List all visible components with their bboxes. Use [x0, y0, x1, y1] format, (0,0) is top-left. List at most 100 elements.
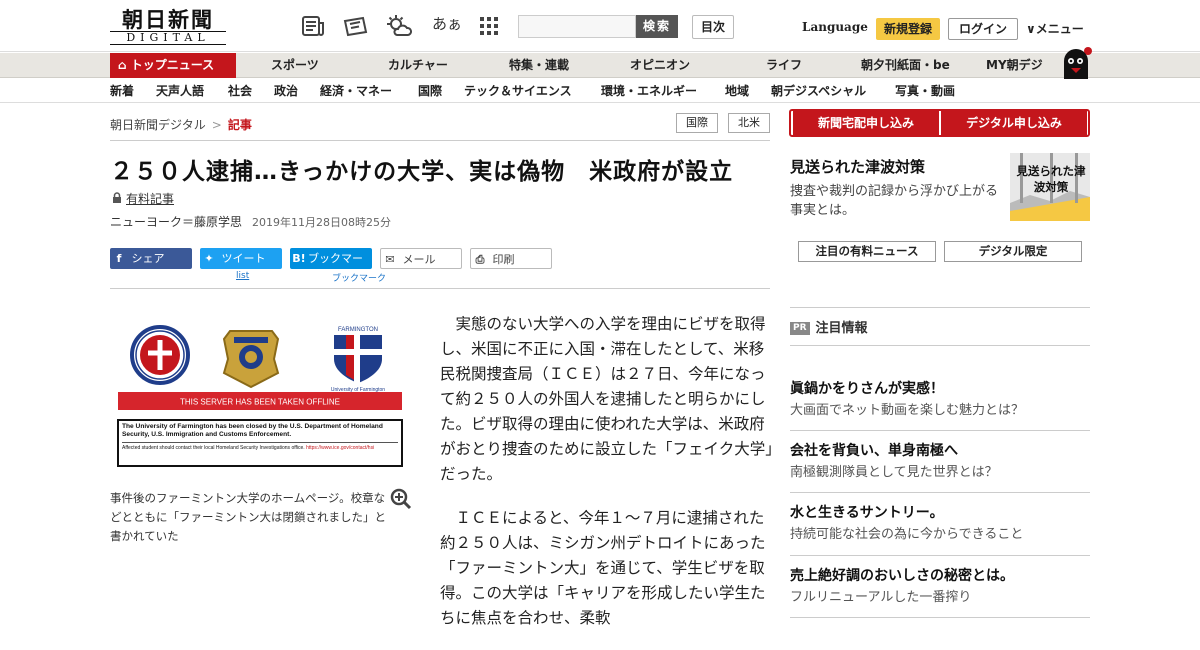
divider	[790, 492, 1090, 493]
divider	[110, 288, 770, 289]
mail-icon: ✉	[385, 253, 395, 266]
nav-my[interactable]: MY朝デジ	[986, 53, 1043, 78]
paid-article-badge[interactable]: 有料記事	[112, 190, 174, 207]
byline: ニューヨーク＝藤原学思 2019年11月28日08時25分	[110, 213, 391, 230]
breadcrumb-home[interactable]: 朝日新聞デジタル	[110, 118, 206, 132]
pr-item-heading: 水と生きるサントリー。	[790, 505, 944, 521]
pr-item-heading: 売上絶好調のおいしさの秘密とは。	[790, 568, 1014, 584]
nav-tech[interactable]: テック＆サイエンス	[464, 79, 572, 103]
pr-item[interactable]: 売上絶好調のおいしさの秘密とは。 フルリニューアルした一番搾り	[790, 566, 1090, 608]
breadcrumb-current: 記事	[227, 118, 252, 132]
nav-politics[interactable]: 政治	[274, 79, 298, 103]
nav-region[interactable]: 地域	[725, 79, 749, 103]
nav-society[interactable]: 社会	[228, 79, 252, 103]
menu-button[interactable]: ∨メニュー	[1026, 20, 1084, 37]
grid-menu-icon[interactable]	[476, 14, 502, 38]
login-button[interactable]: ログイン	[948, 18, 1018, 40]
divider	[790, 307, 1090, 308]
divider	[110, 140, 770, 141]
nav-life[interactable]: ライフ	[766, 53, 802, 78]
pr-item[interactable]: 会社を背負い、単身南極へ 南極観測隊員として見た世界とは？	[790, 441, 1090, 483]
nav-economy[interactable]: 経済・マネー	[320, 79, 392, 103]
article-paragraph: ＩＣＥによると、今年１～７月に逮捕された約２５０人は、ミシガン州デトロイトにあっ…	[440, 509, 766, 627]
pr-section-title: PR 注目情報	[790, 317, 868, 336]
ticket-icon[interactable]	[343, 14, 369, 38]
site-header: 朝日新聞 DIGITAL あぁ 検索 目次 Language 新規登録 ログイン…	[0, 0, 1200, 52]
feature-thumbnail[interactable]: 見送られた津波対策	[1010, 153, 1090, 221]
language-link[interactable]: Language	[802, 20, 868, 34]
pr-badge: PR	[790, 322, 810, 335]
divider	[790, 345, 1090, 346]
notice-link: https://www.ice.gov/contact/hsi	[306, 445, 375, 451]
tag-north-america[interactable]: 北米	[728, 113, 770, 133]
hatena-bookmark-button[interactable]: B! ブックマーク	[290, 248, 372, 286]
search-input[interactable]	[518, 15, 636, 38]
pr-item[interactable]: 水と生きるサントリー。 持続可能な社会の為に今からできること	[790, 503, 1090, 545]
home-icon: ⌂	[118, 58, 131, 72]
digital-only-tab[interactable]: デジタル限定	[944, 241, 1082, 262]
pr-item-sub: 大画面でネット動画を楽しむ魅力とは？	[790, 403, 1025, 418]
lock-icon	[113, 192, 121, 203]
breadcrumb-sep: >	[211, 118, 222, 132]
nav-paper[interactable]: 朝夕刊紙面・be	[861, 53, 950, 78]
newspaper-icon[interactable]	[301, 14, 327, 38]
divider	[790, 430, 1090, 431]
logo-sub: DIGITAL	[110, 31, 226, 45]
hatena-count[interactable]: ブックマーク	[332, 271, 386, 284]
print-button[interactable]: ⎙ 印刷	[470, 248, 552, 269]
nav-sports[interactable]: スポーツ	[271, 53, 319, 78]
notice-sub-wrapper: Affected student should contact their lo…	[122, 442, 398, 452]
weather-icon[interactable]	[386, 14, 412, 38]
hatena-icon: B!	[292, 252, 306, 265]
pr-item-sub: 南極観測隊員として見た世界とは？	[790, 465, 998, 480]
seized-website-image: FARMINGTON University of Farmington THIS…	[117, 325, 403, 467]
article-paragraph: 実態のない大学への入学を理由にビザを取得し、米国に不正に入国・滞在したとして、米…	[440, 315, 773, 483]
print-icon: ⎙	[475, 253, 485, 266]
paid-news-tab[interactable]: 注目の有料ニュース	[798, 241, 936, 262]
mascot-icon[interactable]	[1058, 45, 1094, 79]
mail-share-button[interactable]: ✉ メール	[380, 248, 462, 269]
delivery-subscribe-button[interactable]: 新聞宅配申し込み	[793, 111, 939, 135]
feature-heading[interactable]: 見送られた津波対策	[790, 156, 925, 177]
author: ニューヨーク＝藤原学思	[110, 215, 243, 229]
contents-button[interactable]: 目次	[692, 15, 734, 39]
nav-latest[interactable]: 新着	[110, 79, 134, 103]
notice-sub: Affected student should contact their lo…	[122, 445, 305, 451]
tag-international[interactable]: 国際	[676, 113, 718, 133]
nav-features[interactable]: 特集・連載	[509, 53, 569, 78]
digital-subscribe-button[interactable]: デジタル申し込み	[941, 111, 1087, 135]
article-body: 実態のない大学への入学を理由にビザを取得し、米国に不正に入国・滞在したとして、米…	[440, 312, 774, 650]
pr-item-sub: フルリニューアルした一番搾り	[790, 590, 972, 605]
search-button[interactable]: 検索	[636, 15, 678, 38]
twitter-icon: ✦	[204, 252, 214, 265]
offline-banner: THIS SERVER HAS BEEN TAKEN OFFLINE	[180, 398, 340, 407]
pr-item[interactable]: 眞鍋かをりさんが実感！ 大画面でネット動画を楽しむ魅力とは？	[790, 379, 1090, 421]
facebook-share-button[interactable]: f シェア	[110, 248, 192, 269]
nav-photo[interactable]: 写真・動画	[895, 79, 955, 103]
nav-international[interactable]: 国際	[418, 79, 442, 103]
feature-summary: 捜査や裁判の記録から浮かび上がる事実とは。	[790, 184, 999, 218]
secondary-nav: 新着 天声人語 社会 政治 経済・マネー 国際 テック＆サイエンス 環境・エネル…	[0, 79, 1200, 103]
zoom-icon[interactable]	[390, 488, 412, 510]
nav-environment[interactable]: 環境・エネルギー	[601, 79, 697, 103]
paid-label: 有料記事	[126, 192, 175, 206]
nav-culture[interactable]: カルチャー	[388, 53, 448, 78]
pr-item-sub: 持続可能な社会の為に今からできること	[790, 527, 1024, 542]
nav-opinion[interactable]: オピニオン	[630, 53, 690, 78]
feature-thumbnail-text: 見送られた津波対策	[1016, 164, 1086, 194]
pr-item-heading: 会社を背負い、単身南極へ	[790, 443, 958, 459]
farmington-top-text: FARMINGTON	[338, 327, 378, 333]
publish-date: 2019年11月28日08時25分	[252, 216, 391, 229]
article-photo[interactable]: FARMINGTON University of Farmington THIS…	[110, 313, 410, 474]
nav-tenseijingo[interactable]: 天声人語	[156, 79, 204, 103]
facebook-icon: f	[116, 252, 122, 265]
twitter-share-button[interactable]: ✦ ツイート	[200, 248, 282, 269]
site-logo[interactable]: 朝日新聞 DIGITAL	[110, 8, 226, 46]
font-size-toggle[interactable]: あぁ	[432, 13, 462, 34]
divider	[790, 555, 1090, 556]
nav-top-news[interactable]: ⌂ トップニュース	[110, 53, 236, 78]
logo-text: 朝日新聞	[122, 7, 214, 32]
nav-special[interactable]: 朝デジスペシャル	[771, 79, 866, 103]
register-button[interactable]: 新規登録	[876, 18, 940, 40]
twitter-count[interactable]: list	[236, 271, 249, 281]
